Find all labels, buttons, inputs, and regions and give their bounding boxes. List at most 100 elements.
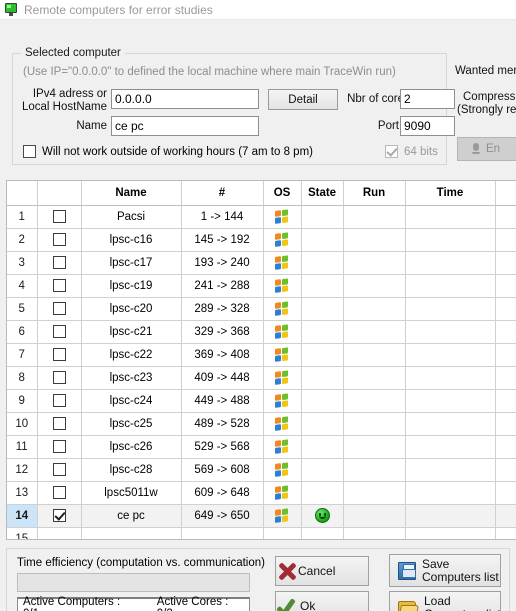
th-os[interactable]: OS — [263, 181, 302, 206]
load-computers-list-button[interactable]: Load Computers list — [389, 591, 501, 611]
row-select-checkbox[interactable] — [52, 325, 66, 338]
row-select-checkbox-cell[interactable] — [37, 366, 82, 390]
row-time-cell[interactable] — [405, 251, 496, 275]
row-os-cell[interactable] — [263, 412, 302, 436]
row-name-cell[interactable]: lpsc-c17 — [81, 251, 182, 275]
th-state[interactable]: State — [301, 181, 344, 206]
row-state-cell[interactable] — [301, 481, 344, 505]
row-index[interactable]: 13 — [7, 481, 38, 505]
row-index[interactable]: 2 — [7, 228, 38, 252]
row-os-cell[interactable] — [263, 228, 302, 252]
row-number-range-cell[interactable]: 569 -> 608 — [181, 458, 264, 482]
row-index[interactable]: 3 — [7, 251, 38, 275]
row-select-checkbox[interactable] — [52, 463, 66, 476]
row-extra-cell[interactable] — [495, 343, 516, 367]
row-index[interactable]: 4 — [7, 274, 38, 298]
row-os-cell[interactable] — [263, 366, 302, 390]
row-state-cell[interactable] — [301, 366, 344, 390]
row-state-cell[interactable] — [301, 274, 344, 298]
row-select-checkbox[interactable] — [52, 233, 66, 246]
row-select-checkbox[interactable] — [52, 486, 66, 499]
table-row[interactable]: 4 lpsc-c19 241 -> 288 — [7, 274, 516, 298]
row-number-range-cell[interactable]: 193 -> 240 — [181, 251, 264, 275]
row-select-checkbox-cell[interactable] — [37, 435, 82, 459]
row-extra-cell[interactable] — [495, 504, 516, 528]
table-row[interactable]: 3 lpsc-c17 193 -> 240 — [7, 251, 516, 275]
row-number-range-cell[interactable] — [181, 527, 264, 539]
row-select-checkbox-cell[interactable] — [37, 274, 82, 298]
row-extra-cell[interactable] — [495, 228, 516, 252]
row-select-checkbox[interactable] — [52, 302, 66, 315]
row-number-range-cell[interactable]: 145 -> 192 — [181, 228, 264, 252]
row-os-cell[interactable] — [263, 343, 302, 367]
row-number-range-cell[interactable]: 369 -> 408 — [181, 343, 264, 367]
row-select-checkbox-cell[interactable] — [37, 504, 82, 528]
ip-address-input[interactable]: 0.0.0.0 — [111, 89, 259, 109]
row-name-cell[interactable]: Pacsi — [81, 205, 182, 229]
row-name-cell[interactable]: lpsc-c21 — [81, 320, 182, 344]
row-select-checkbox[interactable] — [52, 394, 66, 407]
cores-input[interactable]: 2 — [400, 89, 455, 109]
row-name-cell[interactable]: lpsc-c24 — [81, 389, 182, 413]
name-input[interactable]: ce pc — [111, 116, 259, 136]
row-time-cell[interactable] — [405, 320, 496, 344]
cancel-button[interactable]: Cancel — [275, 556, 369, 586]
row-time-cell[interactable] — [405, 228, 496, 252]
row-name-cell[interactable]: lpsc-c16 — [81, 228, 182, 252]
row-extra-cell[interactable] — [495, 297, 516, 321]
row-name-cell[interactable] — [81, 527, 182, 539]
row-select-checkbox-cell[interactable] — [37, 228, 82, 252]
row-time-cell[interactable] — [405, 527, 496, 539]
row-run-cell[interactable] — [343, 366, 406, 390]
row-run-cell[interactable] — [343, 251, 406, 275]
row-extra-cell[interactable] — [495, 435, 516, 459]
row-time-cell[interactable] — [405, 366, 496, 390]
row-index[interactable]: 7 — [7, 343, 38, 367]
row-run-cell[interactable] — [343, 297, 406, 321]
row-run-cell[interactable] — [343, 389, 406, 413]
row-time-cell[interactable] — [405, 412, 496, 436]
row-state-cell[interactable] — [301, 320, 344, 344]
row-time-cell[interactable] — [405, 458, 496, 482]
row-time-cell[interactable] — [405, 481, 496, 505]
row-run-cell[interactable] — [343, 435, 406, 459]
row-run-cell[interactable] — [343, 343, 406, 367]
row-os-cell[interactable] — [263, 389, 302, 413]
row-select-checkbox[interactable] — [52, 256, 66, 269]
row-select-checkbox[interactable] — [52, 210, 66, 223]
row-state-cell[interactable] — [301, 458, 344, 482]
row-os-cell[interactable] — [263, 527, 302, 539]
row-select-checkbox-cell[interactable] — [37, 481, 82, 505]
row-state-cell[interactable] — [301, 343, 344, 367]
row-state-cell[interactable] — [301, 228, 344, 252]
th-run[interactable]: Run — [343, 181, 406, 206]
th-time[interactable]: Time — [405, 181, 496, 206]
row-name-cell[interactable]: lpsc-c28 — [81, 458, 182, 482]
row-time-cell[interactable] — [405, 389, 496, 413]
row-select-checkbox[interactable] — [52, 371, 66, 384]
row-select-checkbox-cell[interactable] — [37, 297, 82, 321]
table-row[interactable]: 14 ce pc 649 -> 650 — [7, 504, 516, 528]
ok-button[interactable]: Ok — [275, 591, 369, 611]
row-number-range-cell[interactable]: 329 -> 368 — [181, 320, 264, 344]
row-run-cell[interactable] — [343, 274, 406, 298]
row-state-cell[interactable] — [301, 504, 344, 528]
row-os-cell[interactable] — [263, 205, 302, 229]
row-number-range-cell[interactable]: 449 -> 488 — [181, 389, 264, 413]
row-number-range-cell[interactable]: 241 -> 288 — [181, 274, 264, 298]
row-run-cell[interactable] — [343, 412, 406, 436]
row-select-checkbox[interactable] — [52, 440, 66, 453]
table-row[interactable]: 8 lpsc-c23 409 -> 448 — [7, 366, 516, 390]
row-select-checkbox-cell[interactable] — [37, 412, 82, 436]
save-computers-list-button[interactable]: Save Computers list — [389, 554, 501, 587]
th-name[interactable]: Name — [81, 181, 182, 206]
row-index[interactable]: 10 — [7, 412, 38, 436]
row-os-cell[interactable] — [263, 504, 302, 528]
row-extra-cell[interactable] — [495, 274, 516, 298]
row-select-checkbox-cell[interactable] — [37, 527, 82, 539]
th-index[interactable] — [7, 181, 38, 206]
table-row[interactable]: 6 lpsc-c21 329 -> 368 — [7, 320, 516, 344]
row-select-checkbox-cell[interactable] — [37, 320, 82, 344]
row-select-checkbox[interactable] — [52, 417, 66, 430]
row-os-cell[interactable] — [263, 297, 302, 321]
